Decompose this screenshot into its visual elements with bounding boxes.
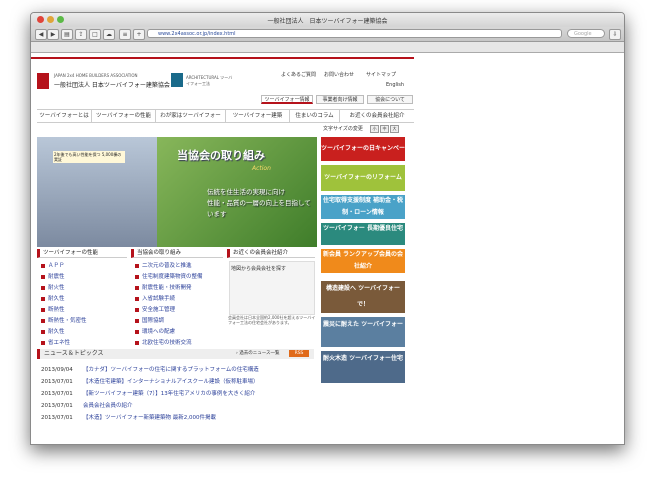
- cloud-icon[interactable]: ☁: [103, 29, 115, 40]
- list-item[interactable]: 環境への配慮: [135, 327, 175, 335]
- hero-banner[interactable]: 2年後でも高い性能を保つ 5,000棟の実証 当協会の取り組み Action 伝…: [37, 137, 317, 247]
- font-size-label: 文字サイズの変更: [323, 126, 363, 132]
- news-more-link[interactable]: › 過去のニュース一覧: [236, 350, 280, 356]
- news-date: 2013/07/01: [41, 403, 73, 409]
- news-date: 2013/09/04: [41, 367, 73, 373]
- hero-heading: 当協会の取り組み: [177, 149, 265, 162]
- bookmark-icon[interactable]: □: [89, 29, 101, 40]
- news-row[interactable]: 2013/07/01 【木造住宅建築】インターナショナルアイスクール建設（仮称駐車…: [41, 377, 259, 385]
- title-bar: 一般社団法人 日本ツーバイフォー建築協会: [31, 13, 624, 27]
- news-title[interactable]: 【木造住宅建築】インターナショナルアイスクール建設（仮称駐車場）: [83, 379, 259, 385]
- browser-window: 一般社団法人 日本ツーバイフォー建築協会 ◀ ▶ ▤ ⇪ □ ☁ ≡ + www…: [30, 12, 625, 445]
- font-size-small-button[interactable]: 小: [370, 125, 379, 133]
- tab-business-info[interactable]: 事業者向け情報: [316, 95, 364, 104]
- map-caption[interactable]: 地図から会員会社を探す: [231, 265, 286, 272]
- banner-earthquake[interactable]: 震災に耐えた ツーバイフォー: [321, 317, 405, 347]
- list-item[interactable]: 耐久性: [41, 327, 65, 335]
- banner-reform[interactable]: ツーバイフォーのリフォーム: [321, 165, 405, 191]
- window-title: 一般社団法人 日本ツーバイフォー建築協会: [267, 18, 388, 25]
- news-date: 2013/07/01: [41, 415, 73, 421]
- sidebar-icon[interactable]: ▤: [61, 29, 73, 40]
- search-field[interactable]: Google: [567, 29, 605, 38]
- tab-2x4-info[interactable]: ツーバイフォー情報: [261, 95, 313, 104]
- list-item[interactable]: 断熱性・気密性: [41, 316, 87, 324]
- downloads-icon[interactable]: ⇩: [609, 29, 621, 40]
- list-item[interactable]: ＡＰＰ: [41, 261, 65, 269]
- share-icon[interactable]: ⇪: [75, 29, 87, 40]
- web-page: JAPAN 2x4 HOME BUILDERS ASSOCIATION 一般社団…: [31, 53, 624, 444]
- font-size-medium-button[interactable]: 中: [380, 125, 389, 133]
- news-title[interactable]: 【カナダ】ツーバイフォーの住宅に関するプラットフォームの住宅構造: [83, 367, 259, 373]
- list-item[interactable]: 耐震性能・技術開発: [135, 283, 192, 291]
- list-item[interactable]: 耐久性: [41, 294, 65, 302]
- util-link-faq[interactable]: よくあるご質問: [281, 71, 316, 78]
- font-size-large-button[interactable]: 大: [390, 125, 399, 133]
- address-bar[interactable]: www.2x4assoc.or.jp/index.html: [147, 29, 562, 38]
- list-item[interactable]: 入省試験手続: [135, 294, 175, 302]
- news-row[interactable]: 2013/07/01 会員会社会員の紹介: [41, 401, 133, 409]
- list-item[interactable]: 断熱性: [41, 305, 65, 313]
- gnav-item-performance[interactable]: ツーバイフォーの性能: [92, 110, 156, 122]
- hero-quote-line1: 伝統を住生活の実現に向け: [207, 188, 285, 196]
- news-row[interactable]: 2013/07/01 【木造】ツーバイフォー新築建築物 最新2,000件掲載: [41, 413, 216, 421]
- gnav-item-column[interactable]: 住まいのコラム: [290, 110, 340, 122]
- members-note: 会員会社は日本全国約2,000社を超えるツーバイフォー工法の住宅会社があります。: [228, 315, 316, 325]
- performance-heading: ツーバイフォーの性能: [37, 249, 127, 258]
- hero-quote: 伝統を住生活の実現に向け 性能・品質の一層の向上を目指しています: [207, 187, 317, 220]
- logo-japanese[interactable]: 一般社団法人 日本ツーバイフォー建築協会: [54, 80, 170, 89]
- list-item[interactable]: 安全施工管理: [135, 305, 175, 313]
- banner-2x4-day[interactable]: ツーバイフォーの日キャンペーン: [321, 137, 405, 176]
- banner-fireproof[interactable]: 耐火木造 ツーバイフォー住宅: [321, 351, 405, 383]
- news-row[interactable]: 2013/07/01 【新ツーバイフォー建築（7）】13年住宅アメリカの事例を大き…: [41, 389, 255, 397]
- banner-new-members[interactable]: 新会員 ランクアップ会員の会社紹介: [321, 249, 405, 273]
- util-link-contact[interactable]: お問い合わせ: [324, 71, 354, 78]
- list-item[interactable]: 北欧住宅の技術交流: [135, 338, 192, 346]
- news-title[interactable]: 【木造】ツーバイフォー新築建築物 最新2,000件掲載: [83, 415, 216, 421]
- hero-quote-line2: 性能・品質の一層の向上を目指しています: [207, 199, 311, 218]
- global-nav: ツーバイフォーとは ツーバイフォーの性能 わが家はツーバイフォー ツーバイフォー…: [37, 109, 414, 123]
- favorites-bar: [31, 42, 624, 53]
- browser-toolbar: ◀ ▶ ▤ ⇪ □ ☁ ≡ + www.2x4assoc.or.jp/index…: [31, 27, 624, 42]
- list-item[interactable]: 省エネ性: [41, 338, 70, 346]
- tab-about[interactable]: 協会について: [367, 95, 413, 104]
- gnav-item-members[interactable]: お近くの会員会社紹介: [340, 110, 414, 122]
- news-title[interactable]: 【新ツーバイフォー建築（7）】13年住宅アメリカの事例を大きく紹介: [83, 391, 255, 397]
- util-link-sitemap[interactable]: サイトマップ: [366, 71, 396, 78]
- gnav-item-building[interactable]: ツーバイフォー建築: [226, 110, 290, 122]
- banner-housing-support[interactable]: 住宅取得支援制度 補助金・税制・ローン情報: [321, 195, 405, 219]
- hero-note: 2年後でも高い性能を保つ 5,000棟の実証: [53, 151, 125, 163]
- english-link[interactable]: English: [386, 82, 404, 88]
- apa-text: ARCHITECTURAL ツーバイフォー工法: [186, 75, 233, 86]
- list-item[interactable]: 二次元の普及と推進: [135, 261, 192, 269]
- banner-long-life-housing[interactable]: ツーバイフォー 長期優良住宅: [321, 223, 405, 245]
- new-tab-button[interactable]: +: [133, 29, 145, 40]
- news-date: 2013/07/01: [41, 379, 73, 385]
- logo-english: JAPAN 2x4 HOME BUILDERS ASSOCIATION: [54, 73, 138, 78]
- association-logo-icon[interactable]: [37, 73, 49, 89]
- initiatives-heading: 当協会の取り組み: [131, 249, 223, 258]
- top-accent-line: [31, 57, 414, 59]
- news-title[interactable]: 会員会社会員の紹介: [83, 403, 133, 409]
- gnav-item-about[interactable]: ツーバイフォーとは: [37, 110, 92, 122]
- apa-logo-icon: [171, 73, 183, 87]
- forward-icon[interactable]: ▶: [47, 29, 59, 40]
- back-icon[interactable]: ◀: [35, 29, 47, 40]
- members-heading: お近くの会員会社紹介: [227, 249, 315, 258]
- news-date: 2013/07/01: [41, 391, 73, 397]
- list-item[interactable]: 耐震性: [41, 272, 65, 280]
- banner-construction[interactable]: 構造建設へ ツーバイフォーで！: [321, 281, 405, 313]
- news-row[interactable]: 2013/09/04 【カナダ】ツーバイフォーの住宅に関するプラットフォームの住宅…: [41, 365, 259, 373]
- reader-icon[interactable]: ≡: [119, 29, 131, 40]
- list-item[interactable]: 住宅制度建築物資の整備: [135, 272, 203, 280]
- list-item[interactable]: 耐火性: [41, 283, 65, 291]
- gnav-item-my-home[interactable]: わが家はツーバイフォー: [156, 110, 226, 122]
- hero-subtitle: Action: [252, 165, 271, 172]
- rss-button[interactable]: RSS: [289, 350, 309, 357]
- list-item[interactable]: 国際協調: [135, 316, 164, 324]
